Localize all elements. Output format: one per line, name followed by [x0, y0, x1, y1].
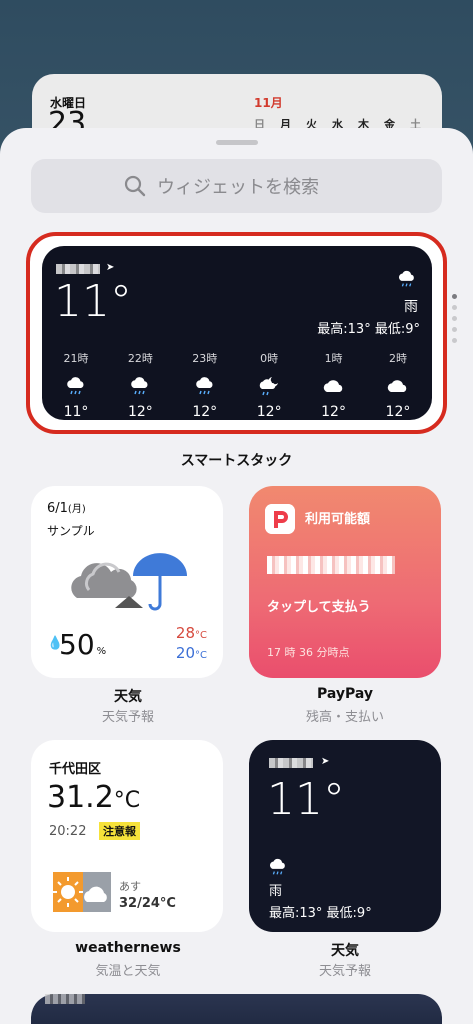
sun-cloud-icon [53, 872, 111, 912]
hourly-item: 1時 12° [308, 350, 360, 420]
cloud-icon [387, 380, 407, 392]
page-dot [452, 305, 457, 310]
sample-label: サンプル [47, 524, 95, 538]
smart-stack-widget[interactable]: ➤ 11° 雨 最高:13° 最低:9° 21時 11° 22時 12° 23時… [26, 232, 447, 434]
page-dot [452, 316, 457, 321]
hour-time: 23時 [192, 352, 218, 365]
rain-icon [131, 377, 148, 395]
cloud-icon [323, 380, 342, 392]
hour-temp: 12° [127, 404, 153, 420]
hourly-forecast: 21時 11° 22時 12° 23時 12° 0時 12° 1時 12° 2時… [50, 350, 424, 420]
temp-unit: °C [195, 650, 207, 661]
hour-time: 1時 [324, 352, 343, 365]
hourly-item: 0時 12° [243, 350, 295, 420]
search-placeholder: ウィジェットを検索 [157, 177, 319, 198]
hour-time: 22時 [127, 352, 153, 365]
hourly-item: 23時 12° [179, 350, 231, 420]
forecast-date: 6/1(月) [47, 500, 86, 516]
cloud-umbrella-icon [71, 553, 187, 611]
current-temperature: 31.2°C [47, 780, 140, 815]
tenki-widget-name: 天気 [114, 689, 142, 705]
weathernews-widget-name: weathernews [75, 940, 181, 956]
tenki-widget-subtitle: 天気予報 [101, 710, 154, 725]
precipitation-unit: % [96, 646, 107, 657]
location-arrow-icon: ➤ [106, 262, 115, 273]
high-low-temperature: 最高:13° 最低:9° [269, 906, 372, 921]
hour-time: 0時 [260, 352, 279, 365]
page-dot [452, 338, 457, 343]
page-dot [452, 327, 457, 332]
rain-icon [67, 377, 84, 395]
hour-temp: 12° [192, 404, 218, 420]
blurred-location [45, 994, 85, 1004]
tomorrow-label: あす [119, 880, 141, 893]
high-low-temperature: 最高:13° 最低:9° [317, 322, 420, 337]
next-widget-preview[interactable] [31, 994, 442, 1024]
paypay-widget[interactable]: 利用可能額 タップして支払う 17 時 36 分時点 [249, 486, 441, 678]
small-weather-widget-name: 天気 [331, 943, 359, 959]
available-balance-label: 利用可能額 [305, 512, 371, 527]
stack-page-dots [452, 294, 457, 343]
blurred-balance-amount [267, 556, 395, 574]
blurred-location [56, 264, 100, 274]
low-temp: 20°C [176, 644, 207, 662]
paypay-widget-name: PayPay [316, 686, 374, 702]
high-temp-value: 28 [175, 624, 196, 642]
paypay-logo-icon [265, 504, 295, 534]
weathernews-widget-subtitle: 気温と天気 [95, 964, 161, 979]
tomorrow-temp-range: 32/24°C [119, 896, 176, 911]
search-icon [124, 175, 146, 197]
hour-temp: 12° [385, 404, 411, 420]
precipitation: 50% [59, 628, 106, 661]
alert-badge: 注意報 [99, 822, 140, 840]
temp-unit: °C [195, 630, 207, 641]
calendar-month: 11月 [254, 96, 283, 110]
blurred-location [269, 758, 313, 768]
tenki-widget[interactable]: 6/1(月) サンプル 💧 50% 28°C 20°C [31, 486, 223, 678]
precipitation-value: 50 [59, 628, 95, 661]
current-temperature: 11° [54, 276, 132, 327]
sheet-grabber[interactable] [216, 140, 258, 145]
widget-gallery-sheet: ウィジェットを検索 ➤ 11° 雨 最高:13° 最低:9° 21時 11° 2… [0, 128, 473, 1024]
hour-temp: 12° [256, 404, 282, 420]
current-temperature: 11° [267, 774, 345, 825]
small-weather-widget[interactable]: ➤ 11° 雨 最高:13° 最低:9° [249, 740, 441, 932]
rain-icon [196, 377, 213, 395]
balance-timestamp: 17 時 36 分時点 [267, 646, 350, 659]
weathernews-widget[interactable]: 千代田区 31.2°C 20:22 注意報 あす 32/24°C [31, 740, 223, 932]
observation-time: 20:22 [49, 824, 87, 839]
paypay-widget-subtitle: 残高・支払い [305, 710, 384, 725]
temperature-unit: °C [113, 788, 141, 813]
low-temp-value: 20 [175, 644, 196, 662]
hourly-item: 21時 11° [50, 350, 102, 420]
hour-temp: 12° [321, 404, 346, 420]
widget-search-field[interactable]: ウィジェットを検索 [31, 159, 442, 213]
hourly-item: 2時 12° [372, 350, 424, 420]
weather-condition: 雨 [404, 299, 418, 315]
smart-stack-label: スマートスタック [180, 453, 293, 469]
tap-to-pay-label: タップして支払う [267, 600, 371, 615]
date-weekday: (月) [67, 504, 86, 515]
smart-stack-weather: ➤ 11° 雨 最高:13° 最低:9° 21時 11° 22時 12° 23時… [42, 246, 432, 420]
moon-cloud-rain-icon [259, 377, 279, 396]
small-weather-widget-subtitle: 天気予報 [318, 964, 371, 979]
hour-time: 2時 [388, 352, 407, 365]
location-arrow-icon: ➤ [321, 756, 330, 767]
hour-temp: 11° [63, 404, 89, 420]
hourly-item: 22時 12° [114, 350, 166, 420]
hour-time: 21時 [63, 352, 89, 365]
rain-icon [269, 858, 285, 875]
page-dot [452, 294, 457, 299]
rain-icon [398, 270, 414, 287]
location-name: 千代田区 [49, 762, 102, 777]
date-value: 6/1 [47, 501, 68, 516]
high-temp: 28°C [176, 624, 207, 642]
temperature-value: 31.2 [47, 780, 114, 815]
weather-condition: 雨 [269, 884, 283, 899]
